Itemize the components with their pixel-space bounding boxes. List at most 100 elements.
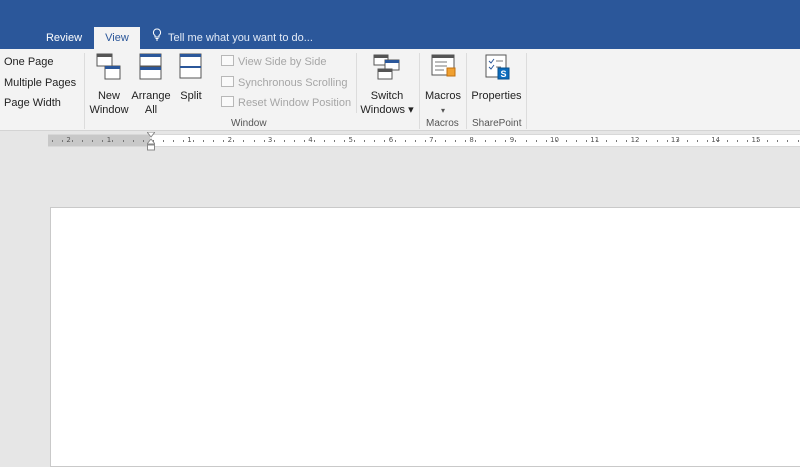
ruler-tick-label: 1	[106, 136, 112, 144]
ruler-tick-label: 8	[469, 136, 474, 144]
ruler-tick-label: 6	[388, 136, 394, 144]
new-window-label-2: Window	[89, 104, 129, 116]
ruler-minor-tick	[616, 140, 618, 142]
ruler-minor-tick	[676, 140, 678, 142]
ruler-minor-tick	[303, 140, 305, 142]
arrange-all-button[interactable]: Arrange All	[131, 53, 171, 117]
group-separator	[356, 53, 357, 113]
ruler-minor-tick	[142, 140, 144, 142]
page-width-button[interactable]: Page Width	[4, 97, 61, 109]
group-separator	[84, 53, 85, 129]
synchronous-scrolling-button[interactable]: Synchronous Scrolling	[221, 75, 347, 91]
sharepoint-group-label: SharePoint	[472, 118, 522, 129]
view-side-by-side-button[interactable]: View Side by Side	[221, 54, 326, 70]
indent-markers[interactable]	[145, 131, 157, 152]
ruler-minor-tick	[465, 140, 467, 142]
ruler-minor-tick	[52, 140, 53, 142]
tell-me-text: Tell me what you want to do...	[168, 32, 313, 44]
ruler-minor-tick	[505, 140, 507, 142]
ruler-minor-tick	[495, 140, 497, 142]
ruler-minor-tick	[727, 140, 729, 142]
ruler-minor-tick	[706, 140, 708, 142]
ruler-minor-tick	[62, 140, 64, 142]
reset-window-icon	[221, 96, 234, 107]
ruler-tick-label: 14	[711, 136, 721, 144]
ruler-minor-tick	[797, 140, 799, 142]
ruler-minor-tick	[606, 140, 608, 142]
ruler-minor-tick	[716, 140, 718, 142]
ruler-minor-tick	[485, 140, 487, 142]
switch-windows-label-1: Switch	[370, 90, 404, 102]
ruler-tick-label: 5	[348, 136, 353, 144]
ruler-minor-tick	[293, 140, 295, 142]
document-page[interactable]	[50, 207, 800, 467]
ruler-minor-tick	[122, 140, 124, 142]
ruler-minor-tick	[585, 140, 587, 142]
ruler-minor-tick	[384, 140, 386, 142]
properties-label: Properties	[471, 90, 522, 102]
ruler-tick-label: 1	[187, 136, 192, 144]
ruler-minor-tick	[102, 140, 104, 142]
synchronous-scrolling-label: Synchronous Scrolling	[238, 77, 348, 89]
ruler-minor-tick	[686, 140, 688, 142]
ruler-minor-tick	[636, 140, 638, 142]
ruler-minor-tick	[213, 140, 215, 142]
ruler-minor-tick	[565, 140, 567, 142]
ruler-minor-tick	[434, 140, 436, 142]
ruler-minor-tick	[555, 140, 557, 142]
ruler-left-margin	[48, 135, 150, 146]
ruler-minor-tick	[414, 140, 416, 142]
split-button[interactable]: Split	[176, 53, 206, 103]
ruler-tick-label: 2	[66, 136, 71, 144]
reset-window-position-button[interactable]: Reset Window Position	[221, 95, 351, 111]
ruler-minor-tick	[193, 140, 195, 142]
ruler-minor-tick	[666, 140, 668, 142]
new-window-icon	[88, 53, 130, 85]
ruler-minor-tick	[112, 140, 114, 142]
title-bar: Review View Tell me what you want to do.…	[0, 0, 800, 49]
ribbon: One Page Multiple Pages Page Width New W…	[0, 49, 800, 131]
ruler-minor-tick	[747, 140, 749, 142]
macros-group-label: Macros	[426, 118, 459, 129]
horizontal-ruler[interactable]: 2 1 1 2 3 4 5 6 7 8 9 10 11 12 13 14 15	[48, 134, 800, 147]
ruler-minor-tick	[444, 140, 446, 142]
ruler-minor-tick	[354, 140, 356, 142]
one-page-button[interactable]: One Page	[4, 56, 54, 68]
sync-scroll-icon	[221, 76, 234, 87]
macros-label: Macros	[424, 90, 462, 102]
ruler-minor-tick	[364, 140, 366, 142]
arrange-all-label-2: All	[144, 104, 158, 116]
ruler-minor-tick	[455, 140, 456, 142]
macros-icon	[422, 53, 464, 85]
tab-review[interactable]: Review	[36, 27, 92, 49]
properties-button[interactable]: S Properties	[469, 53, 524, 103]
ruler-tick-label: 13	[670, 136, 680, 144]
ruler-minor-tick	[575, 140, 577, 142]
tab-view[interactable]: View	[94, 27, 140, 49]
ruler-minor-tick	[203, 140, 205, 142]
lightbulb-icon	[152, 27, 164, 49]
tell-me-box[interactable]: Tell me what you want to do...	[152, 27, 313, 49]
ruler-tick-label: 3	[267, 136, 273, 144]
ruler-minor-tick	[344, 140, 346, 142]
ruler-minor-tick	[273, 140, 275, 142]
ruler-minor-tick	[475, 140, 477, 142]
group-separator	[466, 53, 467, 129]
ruler-minor-tick	[596, 140, 598, 142]
ruler-minor-tick	[424, 140, 426, 142]
macros-button[interactable]: Macros ▾	[422, 53, 464, 118]
switch-windows-button[interactable]: Switch Windows ▾	[359, 53, 415, 117]
ruler-minor-tick	[132, 140, 134, 142]
ruler-tick-label: 11	[590, 136, 600, 144]
ruler-minor-tick	[162, 140, 164, 142]
ruler-minor-tick	[82, 140, 84, 142]
ruler-minor-tick	[696, 140, 698, 142]
ruler-tick-label: 2	[227, 136, 233, 144]
ruler-minor-tick	[253, 140, 255, 142]
multiple-pages-button[interactable]: Multiple Pages	[4, 77, 76, 89]
ruler-minor-tick	[233, 140, 235, 142]
reset-window-position-label: Reset Window Position	[238, 97, 352, 109]
ruler-minor-tick	[334, 140, 336, 142]
ruler-minor-tick	[515, 140, 517, 142]
new-window-button[interactable]: New Window	[88, 53, 130, 117]
